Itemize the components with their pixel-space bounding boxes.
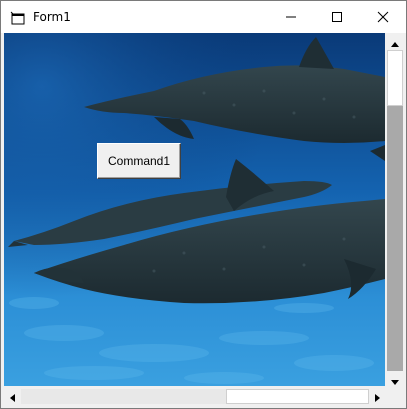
- scrollbar-corner: [386, 388, 404, 405]
- window-title: Form1: [33, 10, 71, 24]
- vertical-scrollbar[interactable]: [386, 33, 404, 388]
- form-window: Form1 Command1: [0, 0, 407, 409]
- minimize-button[interactable]: [268, 1, 314, 33]
- chevron-up-icon: [391, 33, 399, 51]
- chevron-right-icon: [375, 387, 380, 405]
- horizontal-scroll-thumb[interactable]: [226, 389, 369, 404]
- scroll-right-button[interactable]: [369, 388, 386, 405]
- scroll-left-button[interactable]: [4, 388, 21, 405]
- horizontal-scrollbar[interactable]: [4, 388, 386, 405]
- maximize-icon: [331, 8, 343, 27]
- title-bar[interactable]: Form1: [1, 1, 406, 33]
- scroll-up-button[interactable]: [386, 33, 404, 50]
- command1-button[interactable]: Command1: [97, 143, 181, 179]
- vertical-scroll-thumb[interactable]: [387, 50, 403, 106]
- scroll-down-button[interactable]: [386, 371, 404, 388]
- form-client-area: Command1: [4, 33, 404, 405]
- maximize-button[interactable]: [314, 1, 360, 33]
- close-icon: [377, 8, 389, 27]
- chevron-left-icon: [10, 387, 15, 405]
- chevron-down-icon: [391, 370, 399, 389]
- horizontal-scroll-track[interactable]: [21, 389, 226, 404]
- dolphins-picture: [4, 33, 385, 386]
- vb-form-icon: [10, 10, 26, 25]
- minimize-icon: [285, 8, 297, 27]
- close-button[interactable]: [360, 1, 406, 33]
- vertical-scroll-track[interactable]: [387, 106, 403, 371]
